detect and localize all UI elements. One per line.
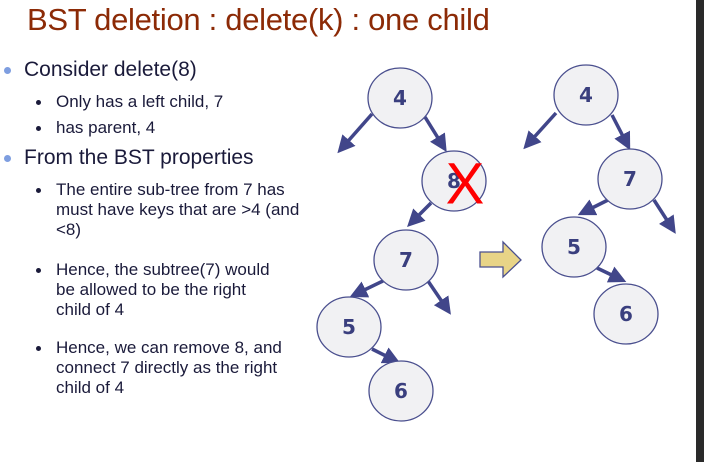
edge-arrow xyxy=(407,201,433,227)
node-6-before: 6 xyxy=(368,360,434,422)
svg-text:4: 4 xyxy=(579,83,593,107)
svg-text:5: 5 xyxy=(342,315,356,339)
transition-arrow-icon xyxy=(479,240,522,279)
edge-arrow xyxy=(349,279,384,298)
node-7-after: 7 xyxy=(597,148,663,210)
delete-x-mark: X xyxy=(446,152,485,217)
edge-arrow xyxy=(610,114,631,151)
edge-arrow xyxy=(371,347,401,364)
svg-text:6: 6 xyxy=(619,302,633,326)
window-edge xyxy=(696,0,704,462)
node-6-after: 6 xyxy=(593,283,659,345)
node-4-after: 4 xyxy=(553,64,619,126)
node-5-before: 5 xyxy=(316,296,382,358)
node-4-before: 4 xyxy=(367,67,433,129)
bst-diagram: 4 8 7 5 6 X 4 7 5 6 xyxy=(316,64,676,422)
svg-text:4: 4 xyxy=(393,86,407,110)
svg-text:5: 5 xyxy=(567,235,581,259)
edge-arrow xyxy=(577,198,609,216)
svg-text:7: 7 xyxy=(623,167,637,191)
node-5-after: 5 xyxy=(541,216,607,278)
edge-arrow xyxy=(596,266,627,283)
edge-arrow xyxy=(523,111,558,150)
edge-arrow xyxy=(337,112,374,154)
edge-arrow xyxy=(426,280,451,315)
edge-arrow xyxy=(423,116,447,152)
node-7-before: 7 xyxy=(373,229,439,291)
svg-text:7: 7 xyxy=(399,248,413,272)
svg-text:6: 6 xyxy=(394,379,408,403)
edge-arrow xyxy=(652,199,676,234)
